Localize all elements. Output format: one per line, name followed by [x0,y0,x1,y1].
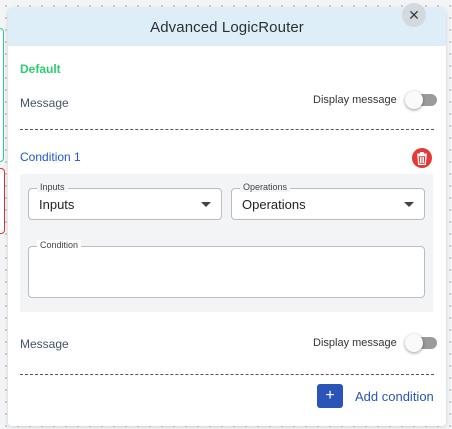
inputs-select[interactable]: Inputs Inputs [28,182,222,220]
plus-icon: + [325,387,335,404]
delete-condition-button[interactable] [412,148,432,168]
add-condition-button[interactable]: + [317,384,343,408]
condition-1-title: Condition 1 [20,150,81,164]
trash-icon [417,151,427,165]
connected-node-edge-red [0,168,5,234]
section-divider [20,374,434,375]
inputs-legend: Inputs [37,182,68,192]
close-icon: ✕ [408,6,420,23]
default-display-message-control: Display message [313,91,437,109]
default-section-label: Default [20,62,61,76]
add-condition-label[interactable]: Add condition [355,389,434,404]
default-display-message-label: Display message [313,94,397,106]
condition-1-box: Inputs Inputs Operations Operations Cond… [20,174,433,312]
advanced-logicrouter-panel: Advanced LogicRouter Default Message Dis… [8,8,446,426]
chevron-down-icon [404,202,414,207]
toggle-knob [404,91,423,109]
condition-legend: Condition [37,240,82,250]
close-button[interactable]: ✕ [402,3,426,27]
section-divider [20,129,434,130]
panel-title: Advanced LogicRouter [150,18,304,36]
default-display-message-toggle[interactable] [404,91,437,109]
chevron-down-icon [201,202,211,207]
operations-value: Operations [242,196,306,212]
condition-textarea[interactable]: Condition [28,240,425,298]
condition-message-label: Message [20,337,69,351]
connected-node-edge-green [0,28,4,162]
operations-select[interactable]: Operations Operations [231,182,425,220]
condition-display-message-toggle[interactable] [404,334,437,352]
default-message-label: Message [20,96,69,110]
condition-display-message-control: Display message [313,334,437,352]
inputs-value: Inputs [39,196,75,212]
condition-display-message-label: Display message [313,337,397,349]
panel-header: Advanced LogicRouter [8,8,446,46]
operations-legend: Operations [240,182,291,192]
toggle-knob [404,334,423,352]
add-condition-control[interactable]: + Add condition [317,384,434,408]
